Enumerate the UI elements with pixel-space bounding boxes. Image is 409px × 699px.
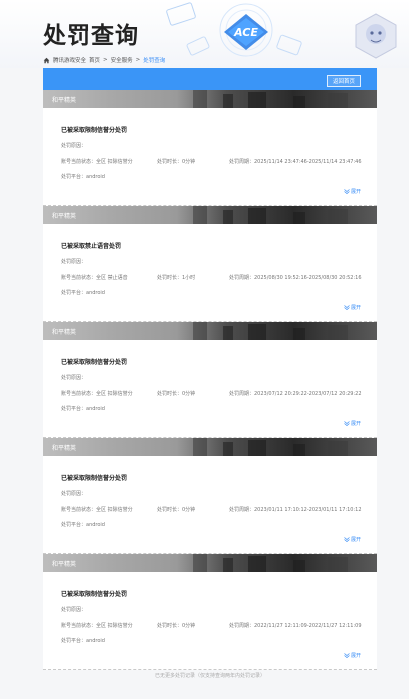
banner-image: [193, 322, 348, 340]
expand-label: 展开: [350, 421, 361, 427]
banner-label: 和平精英: [52, 445, 77, 452]
record-status: 账号当前状态：全区 扣除信誉分: [61, 507, 133, 513]
page-header: 处罚查询 ACE 腾讯游戏安全 首页 > 安全服务 > 处罚查询: [0, 0, 409, 68]
breadcrumb-item-home[interactable]: 腾讯游戏安全: [53, 56, 86, 64]
expand-label: 展开: [350, 305, 361, 311]
record-title: 已被采取禁止语音处罚: [61, 243, 122, 250]
ace-logo-text: ACE: [233, 26, 258, 39]
footer-note: 已无更多处罚记录（仅支持查询两年内处罚记录）: [154, 673, 265, 679]
record-platform: 处罚平台：android: [61, 638, 105, 644]
record-detail-row: 账号当前状态：全区 禁止语音 处罚时长：1小时 处罚周期：2025/08/30 …: [61, 274, 362, 282]
banner-label: 和平精英: [52, 329, 77, 336]
back-home-button[interactable]: 返回首页: [326, 75, 361, 87]
record-reason: 处罚原因：: [61, 607, 87, 613]
expand-button[interactable]: 展开: [344, 536, 361, 543]
record-detail-row: 账号当前状态：全区 扣除信誉分 处罚时长：0分钟 处罚周期：2025/11/14…: [61, 158, 362, 166]
breadcrumb-item-current: 处罚查询: [143, 58, 166, 64]
record-period: 处罚周期：2025/11/14 23:47:46-2025/11/14 23:4…: [229, 159, 362, 165]
record-card: 和平精英 已被采取限制信誉分处罚 处罚原因： 账号当前状态：全区 扣除信誉分 处…: [43, 322, 377, 438]
record-status: 账号当前状态：全区 扣除信誉分: [61, 159, 133, 165]
record-platform: 处罚平台：android: [61, 290, 105, 296]
record-status: 账号当前状态：全区 扣除信誉分: [61, 391, 133, 397]
record-status: 账号当前状态：全区 扣除信誉分: [61, 623, 133, 629]
record-period: 处罚周期：2023/07/12 20:29:22-2023/07/12 20:2…: [229, 391, 362, 397]
record-period: 处罚周期：2023/01/11 17:10:12-2023/01/11 17:1…: [229, 507, 362, 513]
expand-button[interactable]: 展开: [344, 188, 361, 195]
panel-header: 返回首页: [43, 68, 377, 90]
record-period: 处罚周期：2025/08/30 19:52:16-2025/08/30 20:5…: [229, 275, 362, 281]
record-detail-row: 账号当前状态：全区 扣除信誉分 处罚时长：0分钟 处罚周期：2022/11/27…: [61, 622, 362, 630]
record-reason: 处罚原因：: [61, 375, 87, 381]
banner-image: [193, 90, 348, 108]
record-title: 已被采取限制信誉分处罚: [61, 127, 128, 134]
ace-logo: ACE: [224, 14, 268, 50]
home-icon: [43, 57, 50, 63]
records-panel: 返回首页 和平精英 已被采取限制信誉分处罚 处罚原因： 账号当前状态：全区 扣除…: [43, 68, 377, 670]
record-detail-row: 账号当前状态：全区 扣除信誉分 处罚时长：0分钟 处罚周期：2023/01/11…: [61, 506, 362, 514]
record-status: 账号当前状态：全区 禁止语音: [61, 275, 128, 281]
record-banner: 和平精英: [43, 206, 377, 224]
record-card: 和平精英 已被采取限制信誉分处罚 处罚原因： 账号当前状态：全区 扣除信誉分 处…: [43, 90, 377, 206]
page-title: 处罚查询: [43, 23, 139, 49]
breadcrumb-item-service[interactable]: 安全服务: [111, 56, 133, 64]
record-duration: 处罚时长：0分钟: [157, 391, 196, 397]
record-banner: 和平精英: [43, 90, 377, 108]
record-duration: 处罚时长：0分钟: [157, 623, 196, 629]
banner-image: [193, 438, 348, 456]
record-detail-row: 账号当前状态：全区 扣除信誉分 处罚时长：0分钟 处罚周期：2023/07/12…: [61, 390, 362, 398]
record-platform: 处罚平台：android: [61, 174, 105, 180]
expand-button[interactable]: 展开: [344, 304, 361, 311]
record-reason: 处罚原因：: [61, 143, 87, 149]
chevron-down-icon: [344, 537, 350, 542]
record-banner: 和平精英: [43, 322, 377, 340]
record-platform: 处罚平台：android: [61, 522, 105, 528]
record-duration: 处罚时长：0分钟: [157, 507, 196, 513]
expand-label: 展开: [350, 189, 361, 195]
record-reason: 处罚原因：: [61, 491, 87, 497]
record-reason: 处罚原因：: [61, 259, 87, 265]
banner-image: [193, 554, 348, 572]
banner-image: [193, 206, 348, 224]
record-title: 已被采取限制信誉分处罚: [61, 591, 128, 598]
expand-button[interactable]: 展开: [344, 420, 361, 427]
breadcrumb: 腾讯游戏安全 首页 > 安全服务 > 处罚查询: [43, 56, 165, 64]
chevron-down-icon: [344, 653, 350, 658]
record-card: 和平精英 已被采取限制信誉分处罚 处罚原因： 账号当前状态：全区 扣除信誉分 处…: [43, 554, 377, 670]
banner-label: 和平精英: [52, 561, 77, 568]
record-card: 和平精英 已被采取限制信誉分处罚 处罚原因： 账号当前状态：全区 扣除信誉分 处…: [43, 438, 377, 554]
record-list: 和平精英 已被采取限制信誉分处罚 处罚原因： 账号当前状态：全区 扣除信誉分 处…: [43, 90, 377, 670]
breadcrumb-separator: >: [103, 57, 108, 63]
record-card: 和平精英 已被采取禁止语音处罚 处罚原因： 账号当前状态：全区 禁止语音 处罚时…: [43, 206, 377, 322]
banner-label: 和平精英: [52, 97, 77, 104]
expand-label: 展开: [350, 537, 361, 543]
record-duration: 处罚时长：0分钟: [157, 159, 196, 165]
banner-label: 和平精英: [52, 213, 77, 220]
chevron-down-icon: [344, 189, 350, 194]
expand-label: 展开: [350, 653, 361, 659]
record-banner: 和平精英: [43, 438, 377, 456]
record-title: 已被采取限制信誉分处罚: [61, 475, 128, 482]
record-title: 已被采取限制信誉分处罚: [61, 359, 128, 366]
record-period: 处罚周期：2022/11/27 12:11:09-2022/11/27 12:1…: [229, 623, 362, 629]
record-banner: 和平精英: [43, 554, 377, 572]
expand-button[interactable]: 展开: [344, 652, 361, 659]
breadcrumb-separator: >: [135, 57, 141, 63]
breadcrumb-item-index[interactable]: 首页: [89, 56, 100, 64]
chevron-down-icon: [344, 305, 350, 310]
record-duration: 处罚时长：1小时: [157, 275, 196, 281]
mascot-icon: [355, 13, 397, 59]
chevron-down-icon: [344, 421, 350, 426]
record-platform: 处罚平台：android: [61, 406, 105, 412]
